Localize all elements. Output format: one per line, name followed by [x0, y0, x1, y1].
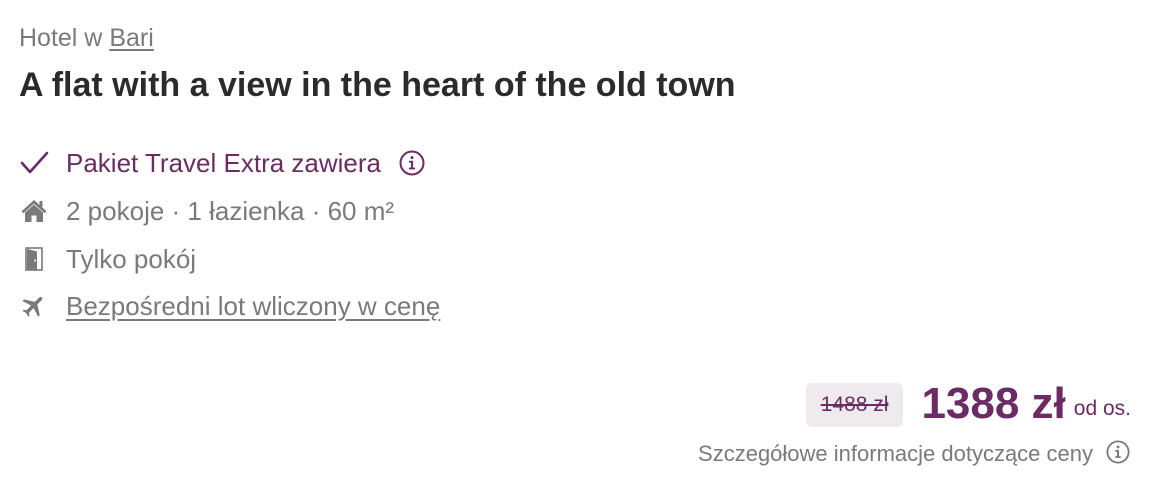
checkmark-icon: [19, 148, 49, 178]
listing-title: A flat with a view in the heart of the o…: [19, 66, 736, 104]
house-icon: [19, 196, 49, 226]
package-feature: Pakiet Travel Extra zawiera: [19, 146, 425, 180]
flight-link[interactable]: Bezpośredni lot wliczony w cenę: [66, 289, 440, 323]
airplane-icon: [19, 291, 49, 321]
location-prefix: Hotel w: [19, 24, 103, 52]
price-details-link[interactable]: Szczegółowe informacje dotyczące ceny: [698, 438, 1130, 470]
package-label: Pakiet Travel Extra zawiera: [66, 148, 382, 178]
price-details-label: Szczegółowe informacje dotyczące ceny: [698, 441, 1093, 466]
old-price: 1488 zł: [805, 383, 904, 427]
price-row: 1488 zł 1388 zł od os.: [805, 376, 1131, 430]
per-person-label: od os.: [1073, 397, 1131, 420]
info-icon[interactable]: [1106, 439, 1130, 469]
current-price: 1388 zł: [921, 379, 1066, 428]
city-link[interactable]: Bari: [109, 24, 153, 52]
info-icon[interactable]: [399, 150, 425, 176]
hotel-location: Hotel w Bari: [19, 22, 154, 54]
rooms-feature: 2 pokoje · 1 łazienka · 60 m²: [19, 194, 394, 228]
door-icon: [19, 244, 49, 274]
flight-feature: Bezpośredni lot wliczony w cenę: [19, 289, 440, 323]
board-label: Tylko pokój: [66, 244, 197, 274]
rooms-label: 2 pokoje · 1 łazienka · 60 m²: [66, 196, 395, 226]
board-feature: Tylko pokój: [19, 242, 196, 276]
